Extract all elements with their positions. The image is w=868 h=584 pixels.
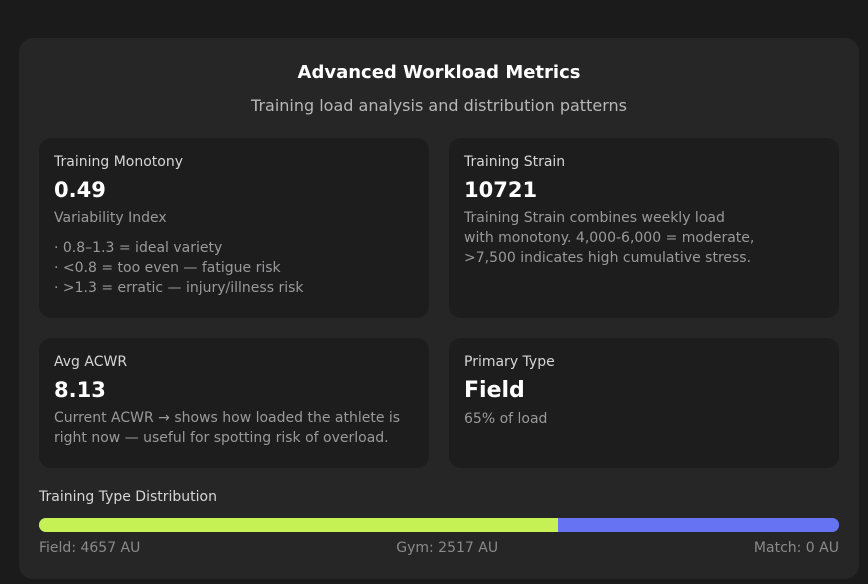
acwr-value: 8.13 xyxy=(54,378,106,402)
primary-type-share: 65% of load xyxy=(464,411,548,427)
strain-value: 10721 xyxy=(464,178,538,202)
field-segment xyxy=(39,518,559,532)
strain-description: Training Strain combines weekly load wit… xyxy=(464,208,824,268)
gym-legend: Gym: 2517 AU xyxy=(396,540,499,556)
description-line: Training Strain combines weekly load xyxy=(464,210,725,226)
workload-metrics-panel: Advanced Workload Metrics Training load … xyxy=(19,38,859,579)
description-line: >7,500 indicates high cumulative stress. xyxy=(464,250,752,266)
training-strain-card: Training Strain 10721 Training Strain co… xyxy=(449,138,839,318)
distribution-label: Training Type Distribution xyxy=(39,489,217,505)
primary-type-value: Field xyxy=(464,378,525,403)
match-legend: Match: 0 AU xyxy=(753,540,839,556)
distribution-legend: Field: 4657 AU Gym: 2517 AU Match: 0 AU xyxy=(39,540,839,556)
monotony-guide-list: · 0.8–1.3 = ideal variety · <0.8 = too e… xyxy=(54,238,414,298)
acwr-description: Current ACWR → shows how loaded the athl… xyxy=(54,408,414,448)
monotony-subtitle: Variability Index xyxy=(54,210,167,226)
primary-type-card: Primary Type Field 65% of load xyxy=(449,338,839,468)
list-item: · 0.8–1.3 = ideal variety xyxy=(54,240,223,256)
description-line: with monotony. 4,000-6,000 = moderate, xyxy=(464,230,755,246)
training-monotony-card: Training Monotony 0.49 Variability Index… xyxy=(39,138,429,318)
field-legend: Field: 4657 AU xyxy=(39,540,141,556)
list-item: · >1.3 = erratic — injury/illness risk xyxy=(54,280,304,296)
description-line: Current ACWR → shows how loaded the athl… xyxy=(54,410,401,426)
card-label: Training Monotony xyxy=(54,154,183,170)
list-item: · <0.8 = too even — fatigue risk xyxy=(54,260,281,276)
avg-acwr-card: Avg ACWR 8.13 Current ACWR → shows how l… xyxy=(39,338,429,468)
panel-title: Advanced Workload Metrics xyxy=(297,62,581,83)
card-label: Training Strain xyxy=(464,154,566,170)
card-label: Avg ACWR xyxy=(54,354,128,370)
gym-segment xyxy=(558,518,839,532)
monotony-value: 0.49 xyxy=(54,178,106,202)
panel-subtitle: Training load analysis and distribution … xyxy=(251,96,627,115)
card-label: Primary Type xyxy=(464,354,555,370)
distribution-bar xyxy=(39,518,839,532)
description-line: right now — useful for spotting risk of … xyxy=(54,430,389,446)
